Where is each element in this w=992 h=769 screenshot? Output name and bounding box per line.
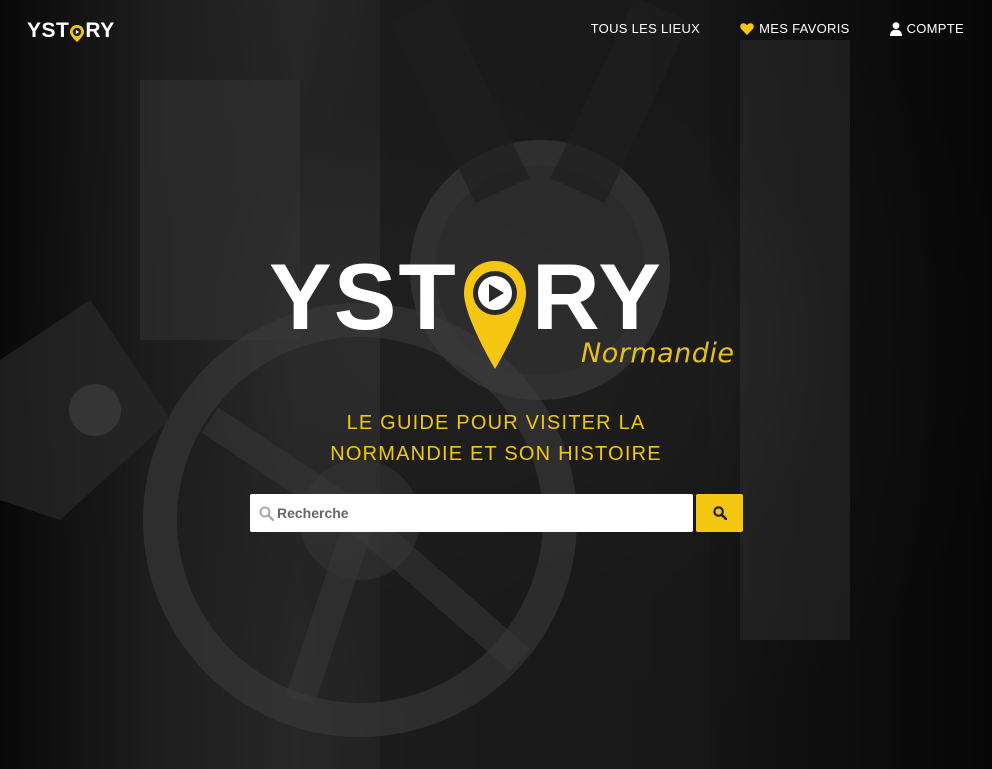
brand-logo-text: YST RY: [27, 19, 115, 43]
brand-logo[interactable]: YST RY: [27, 18, 115, 44]
search-button-icon: [712, 506, 727, 521]
brand-text-part1: YST: [27, 19, 70, 42]
hero-logo-part2: RY: [531, 244, 663, 349]
nav-favorites-label: MES FAVORIS: [759, 21, 850, 36]
play-pin-icon: [460, 255, 530, 375]
brand-pin-icon: [70, 24, 85, 42]
nav-favorites[interactable]: MES FAVORIS: [740, 21, 849, 36]
search-input[interactable]: [277, 505, 677, 521]
hero-overlay: [0, 0, 992, 769]
hero-logo-subtitle: Normandie: [581, 338, 735, 369]
top-navbar: YST RY TOUS LES LIEUX MES FAVORIS COMPTE: [0, 0, 992, 62]
hero-tagline-line2: NORMANDIE ET SON HISTOIRE: [330, 443, 662, 465]
search-bar: [250, 494, 743, 532]
search-box: [250, 494, 693, 532]
nav-links: TOUS LES LIEUX MES FAVORIS COMPTE: [551, 21, 964, 36]
search-button[interactable]: [696, 494, 743, 532]
hero-background: [0, 0, 992, 769]
nav-account[interactable]: COMPTE: [889, 21, 964, 36]
search-icon: [259, 506, 275, 521]
nav-all-places[interactable]: TOUS LES LIEUX: [591, 21, 700, 36]
hero-tagline: LE GUIDE POUR VISITER LA NORMANDIE ET SO…: [246, 408, 746, 470]
brand-text-part2: RY: [85, 19, 115, 42]
hero-logo-part1: YST: [269, 244, 458, 349]
heart-icon: [740, 22, 754, 35]
hero-logo: YST RY Normandie: [269, 237, 734, 377]
user-icon: [889, 21, 902, 36]
nav-account-label: COMPTE: [906, 21, 964, 36]
hero-tagline-line1: LE GUIDE POUR VISITER LA: [346, 412, 646, 434]
nav-all-places-label: TOUS LES LIEUX: [590, 21, 701, 36]
